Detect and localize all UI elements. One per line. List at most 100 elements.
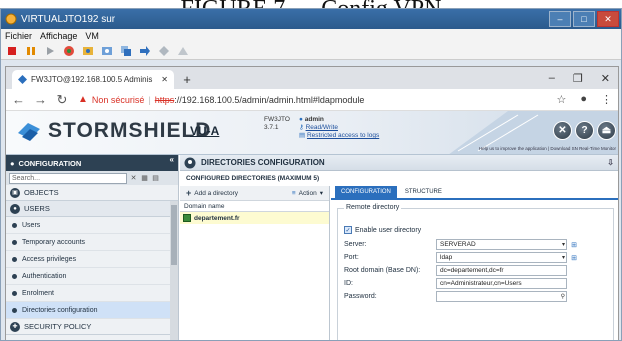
directory-detail-pane: CONFIGURATION STRUCTURE Remote directory… [331, 186, 618, 340]
add-directory-button[interactable]: + Add a directory [186, 188, 238, 198]
root-domain-input[interactable]: dc=departement,dc=fr [436, 265, 567, 276]
url-field[interactable]: ▲ Non sécurisé | https://192.168.100.5/a… [78, 94, 546, 105]
tab-structure[interactable]: STRUCTURE [399, 186, 448, 198]
permission-link[interactable]: Read/Write [306, 124, 338, 131]
key-icon[interactable]: ⚲ [561, 293, 565, 302]
sidebar-item-users[interactable]: Users [6, 217, 178, 234]
sidebar-item-label: Access privileges [22, 255, 77, 263]
vm-maximize-button[interactable]: □ [573, 11, 595, 27]
collapse-chevron-icon[interactable]: « [170, 155, 174, 164]
sidebar-section-security-policy[interactable]: ✚ SECURITY POLICY [6, 319, 178, 335]
password-label: Password: [344, 293, 377, 300]
port-value: ldap [440, 254, 453, 261]
port-select[interactable]: ldap ▾ [436, 252, 567, 263]
settings-icon[interactable] [157, 44, 171, 58]
edit-object-icon[interactable]: ⊞ [569, 253, 579, 263]
firewall-info: FW3JTO 3.7.1 [264, 116, 290, 132]
warning-icon: ▲ [78, 94, 88, 105]
stop-icon[interactable] [5, 44, 19, 58]
server-select[interactable]: SERVERAD ▾ [436, 239, 567, 250]
sidebar-item-access-privileges[interactable]: Access privileges [6, 251, 178, 268]
fullscreen-icon[interactable] [176, 44, 190, 58]
clear-search-icon[interactable]: ✕ [129, 174, 138, 183]
bullet-icon [12, 222, 17, 228]
restricted-logs-link[interactable]: Restricted access to logs [307, 132, 379, 139]
configuration-header[interactable]: ● CONFIGURATION « [6, 155, 178, 171]
browser-close-button[interactable]: ✕ [601, 72, 610, 85]
security-warning: Non sécurisé [91, 94, 145, 105]
sidebar-item-enrolment[interactable]: Enrolment [6, 285, 178, 302]
chevron-down-icon: ▾ [319, 190, 323, 197]
password-input[interactable]: ⚲ [436, 291, 567, 302]
bullet-icon [12, 307, 17, 313]
exit-button[interactable]: ⏏ [597, 121, 616, 140]
sidebar-item-label: Users [22, 221, 41, 229]
stormshield-logo: STORMSHIELD [16, 119, 211, 143]
reset-icon[interactable] [62, 44, 76, 58]
address-bar: ← → ↻ ▲ Non sécurisé | https://192.168.1… [6, 89, 618, 111]
edit-object-icon[interactable]: ⊞ [569, 240, 579, 250]
vm-menubar: Fichier Affichage VM [1, 29, 621, 43]
menu-fichier[interactable]: Fichier [5, 31, 32, 41]
plus-icon: + [186, 188, 192, 198]
stormshield-logo-icon [18, 123, 40, 141]
sidebar-section-objects[interactable]: ▣ OBJECTS [6, 185, 178, 201]
profile-icon[interactable]: ● [580, 93, 587, 106]
firewall-name[interactable]: VU-A [190, 124, 219, 138]
sidebar-item-directories-configuration[interactable]: Directories configuration [6, 302, 178, 319]
manage-snapshots-icon[interactable] [119, 44, 133, 58]
vm-titlebar: VIRTUALJTO192 sur – □ ✕ [1, 9, 621, 29]
tab-configuration[interactable]: CONFIGURATION [335, 186, 397, 198]
collapse-all-icon[interactable]: ▤ [151, 174, 160, 183]
browser-tabbar: FW3JTO@192.168.100.5 Adminis ✕ + – ❐ ✕ [6, 67, 618, 89]
sidebar-item-authentication[interactable]: Authentication [6, 268, 178, 285]
browser-restore-button[interactable]: ❐ [573, 72, 583, 85]
bookmark-star-icon[interactable]: ☆ [556, 93, 566, 106]
vm-window-title: VIRTUALJTO192 sur [21, 13, 116, 25]
logout-button[interactable]: ✕ [553, 121, 572, 140]
logs-icon: ▤ [299, 132, 306, 139]
send-keys-icon[interactable] [138, 44, 152, 58]
scrollbar-thumb[interactable] [171, 205, 177, 265]
root-domain-label: Root domain (Base DN): [344, 267, 421, 274]
menu-affichage[interactable]: Affichage [40, 31, 77, 41]
browser-tab-active[interactable]: FW3JTO@192.168.100.5 Adminis ✕ [12, 70, 174, 89]
tab-close-icon[interactable]: ✕ [161, 75, 168, 84]
vm-close-button[interactable]: ✕ [597, 11, 619, 27]
directory-row[interactable]: departement.fr [180, 212, 329, 224]
forward-icon[interactable]: → [34, 92, 47, 107]
browser-minimize-button[interactable]: – [549, 72, 555, 85]
url-path: ://192.168.100.5/admin/admin.html#ldapmo… [174, 94, 365, 105]
revert-snapshot-icon[interactable] [100, 44, 114, 58]
action-label: Action [298, 189, 317, 197]
back-icon[interactable]: ← [12, 92, 25, 107]
help-button[interactable]: ? [575, 121, 594, 140]
sidebar-section-users[interactable]: ● USERS [6, 201, 178, 217]
new-tab-button[interactable]: + [178, 70, 196, 89]
app-content: ● CONFIGURATION « Search... ✕ ▦ ▤ ▣ OBJE… [6, 155, 618, 340]
id-input[interactable]: cn=Administrateur,cn=Users [436, 278, 567, 289]
objects-icon: ▣ [10, 187, 20, 198]
sidebar-item-label: Enrolment [22, 289, 54, 297]
snapshot-icon[interactable] [81, 44, 95, 58]
key-icon: ⚷ [299, 124, 304, 131]
expand-all-icon[interactable]: ▦ [140, 174, 149, 183]
domain-icon [183, 214, 191, 222]
sidebar: ● CONFIGURATION « Search... ✕ ▦ ▤ ▣ OBJE… [6, 155, 179, 340]
sidebar-search-input[interactable]: Search... [9, 172, 127, 184]
menu-vm[interactable]: VM [85, 31, 99, 41]
enable-directory-checkbox[interactable]: ✓ [344, 226, 352, 234]
sidebar-item-temporary-accounts[interactable]: Temporary accounts [6, 234, 178, 251]
vm-window: VIRTUALJTO192 sur – □ ✕ Fichier Affichag… [0, 8, 622, 341]
reload-icon[interactable]: ↻ [56, 92, 68, 108]
pin-icon[interactable]: ⇩ [607, 158, 614, 167]
action-menu-button[interactable]: ≡ Action ▾ [292, 189, 323, 198]
menu-dots-icon[interactable]: ⋮ [601, 93, 612, 106]
sidebar-scrollbar[interactable] [170, 201, 178, 340]
pause-icon[interactable] [24, 44, 38, 58]
play-icon[interactable] [43, 44, 57, 58]
brand-name: STORMSHIELD [48, 119, 212, 142]
vm-minimize-button[interactable]: – [549, 11, 571, 27]
help-links[interactable]: Help us to improve the application | Dow… [479, 146, 616, 151]
bullet-icon [12, 239, 17, 245]
